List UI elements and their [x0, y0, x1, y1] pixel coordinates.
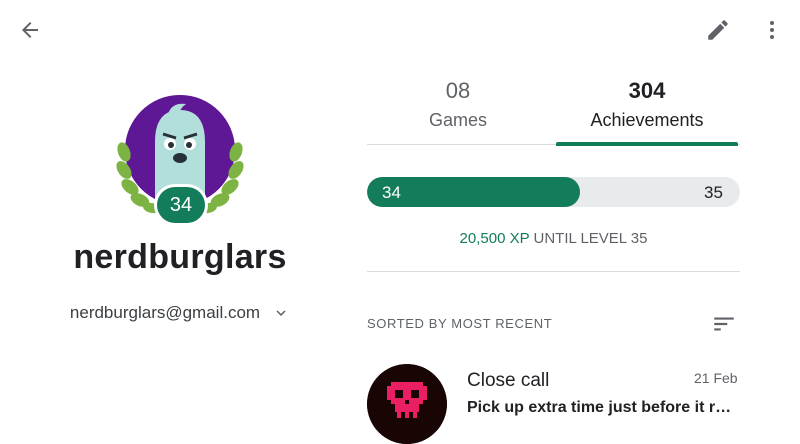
- achievement-description: Pick up extra time just before it runs o…: [467, 399, 740, 416]
- pencil-edit-icon: [708, 20, 728, 40]
- back-button[interactable]: [14, 14, 46, 46]
- achievement-list-item[interactable]: Close call 21 Feb Pick up extra time jus…: [367, 362, 740, 444]
- achievement-date: 21 Feb: [694, 370, 738, 386]
- xp-remaining: 20,500 XP UNTIL LEVEL 35: [367, 230, 740, 247]
- tab-achievements[interactable]: 304 Achievements: [556, 72, 738, 144]
- tab-games-label: Games: [428, 110, 488, 130]
- sort-label: SORTED BY MOST RECENT: [367, 316, 553, 331]
- more-options-button[interactable]: [758, 14, 786, 46]
- next-level-label: 35: [704, 183, 723, 202]
- current-level-label: 34: [382, 183, 401, 202]
- tab-games[interactable]: 08 Games: [367, 72, 549, 144]
- tab-indicator: [556, 142, 738, 146]
- sort-icon: [714, 317, 734, 331]
- xp-suffix: UNTIL LEVEL 35: [529, 230, 648, 247]
- chevron-down-icon: [276, 310, 286, 316]
- level-progress-bar: [367, 177, 740, 207]
- more-vert-icon: [770, 21, 774, 39]
- xp-value: 20,500 XP: [459, 230, 530, 247]
- account-switcher[interactable]: nerdburglars@gmail.com: [20, 300, 340, 326]
- sort-button[interactable]: [708, 308, 740, 340]
- account-email: nerdburglars@gmail.com: [69, 303, 261, 322]
- games-count: 08: [445, 78, 471, 103]
- tab-achievements-label: Achievements: [590, 110, 704, 130]
- arrow-back-icon: [22, 22, 38, 38]
- achievement-title: Close call: [467, 370, 550, 391]
- edit-profile-button[interactable]: [702, 14, 734, 46]
- achievements-count: 304: [628, 78, 666, 103]
- skull-icon: [367, 364, 447, 444]
- section-divider: [367, 271, 740, 272]
- level-badge: 34: [157, 187, 205, 223]
- username: nerdburglars: [73, 238, 287, 276]
